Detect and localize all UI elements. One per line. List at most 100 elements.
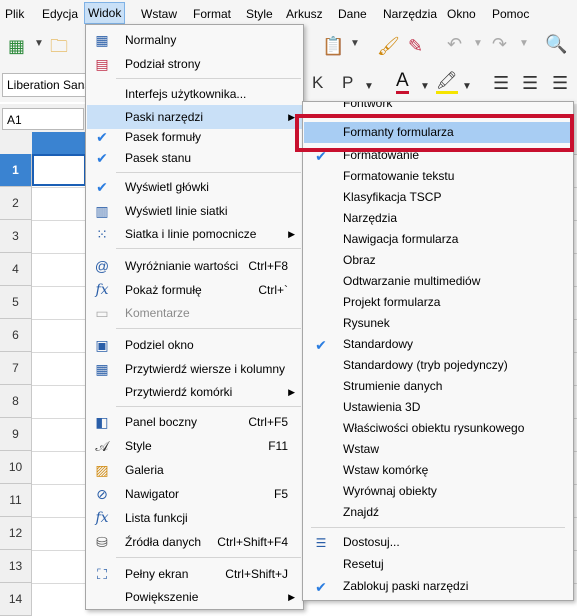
- menu-item-user-interface[interactable]: Interfejs użytkownika...: [87, 82, 302, 106]
- clear-formatting-icon[interactable]: ✎: [408, 36, 423, 57]
- row-header[interactable]: 8: [0, 385, 32, 418]
- highlight-color-icon[interactable]: 🖍: [436, 71, 458, 94]
- row-header[interactable]: 13: [0, 550, 32, 583]
- submenu-item-reset[interactable]: Resetuj: [304, 554, 572, 575]
- font-name-box[interactable]: Liberation Sans: [2, 73, 90, 97]
- italic-dropdown-icon[interactable]: ▼: [364, 81, 374, 92]
- menu-item-navigator[interactable]: ⊘ Nawigator F5: [87, 482, 302, 506]
- menu-item-data-sources[interactable]: ⛁ Źródła danych Ctrl+Shift+F4: [87, 530, 302, 554]
- menu-dane[interactable]: Dane: [338, 6, 367, 22]
- menu-item-view-headers[interactable]: ✔ Wyświetl główki: [87, 175, 302, 199]
- menu-plik[interactable]: Plik: [5, 6, 24, 22]
- row-header[interactable]: 3: [0, 220, 32, 253]
- open-folder-icon[interactable]: 🗀: [50, 34, 68, 64]
- row-header[interactable]: 12: [0, 517, 32, 550]
- row-header[interactable]: 9: [0, 418, 32, 451]
- find-replace-icon[interactable]: 🔍: [545, 34, 567, 55]
- paste-dropdown-icon[interactable]: ▼: [350, 38, 360, 49]
- align-right-icon[interactable]: ☰: [552, 73, 568, 94]
- submenu-item-media-playback[interactable]: Odtwarzanie multimediów: [304, 271, 572, 292]
- menu-item-grid-helplines[interactable]: ⁙ Siatka i linie pomocnicze ▶: [87, 222, 302, 246]
- submenu-item-find[interactable]: Znajdź: [304, 502, 572, 523]
- menu-wstaw[interactable]: Wstaw: [141, 6, 177, 22]
- menu-item-fullscreen[interactable]: ⛶ Pełny ekran Ctrl+Shift+J: [87, 562, 302, 586]
- row-header[interactable]: 2: [0, 187, 32, 220]
- submenu-item-standard-single[interactable]: Standardowy (tryb pojedynczy): [304, 355, 572, 376]
- menu-item-normal[interactable]: ▦ Normalny: [87, 28, 302, 52]
- select-all-corner[interactable]: [0, 132, 32, 154]
- column-a-header[interactable]: [32, 132, 86, 154]
- submenu-item-drawing[interactable]: Rysunek: [304, 313, 572, 334]
- menu-separator: [311, 527, 565, 528]
- menu-item-split-window[interactable]: ▣ Podziel okno: [87, 333, 302, 357]
- cell-a1[interactable]: [32, 154, 86, 186]
- font-color-dropdown-icon[interactable]: ▼: [420, 81, 430, 92]
- menu-item-function-list[interactable]: fx Lista funkcji: [87, 506, 302, 530]
- submenu-item-fontwork[interactable]: Fontwork: [304, 102, 572, 114]
- menu-item-value-highlight[interactable]: @ Wyróżnianie wartości Ctrl+F8: [87, 254, 302, 278]
- submenu-item-text-formatting[interactable]: Formatowanie tekstu: [304, 166, 572, 187]
- menu-pomoc[interactable]: Pomoc: [492, 6, 529, 22]
- menu-item-show-formula[interactable]: fx Pokaż formułę Ctrl+`: [87, 278, 302, 302]
- menu-style[interactable]: Style: [246, 6, 273, 22]
- row-header[interactable]: 6: [0, 319, 32, 352]
- annotation-highlight-box: [295, 114, 574, 152]
- font-color-button[interactable]: A: [396, 71, 409, 94]
- submenu-item-lock-toolbars[interactable]: ✔ Zablokuj paski narzędzi: [304, 576, 572, 597]
- italic-button[interactable]: P: [342, 73, 353, 93]
- page-break-icon: ▤: [95, 56, 109, 72]
- row-header[interactable]: 14: [0, 583, 32, 616]
- redo-icon[interactable]: ↷: [492, 34, 507, 55]
- submenu-item-form-navigation[interactable]: Nawigacja formularza: [304, 229, 572, 250]
- align-center-icon[interactable]: ☰: [522, 73, 538, 94]
- submenu-item-3d-settings[interactable]: Ustawienia 3D: [304, 397, 572, 418]
- clone-formatting-icon[interactable]: 🖌: [377, 36, 400, 57]
- submenu-item-drawing-object-props[interactable]: Właściwości obiektu rysunkowego: [304, 418, 572, 439]
- menu-edycja[interactable]: Edycja: [42, 6, 78, 22]
- submenu-item-data-streams[interactable]: Strumienie danych: [304, 376, 572, 397]
- menu-item-sidebar[interactable]: ◧ Panel boczny Ctrl+F5: [87, 410, 302, 434]
- menu-item-gallery[interactable]: ▨ Galeria: [87, 458, 302, 482]
- new-spreadsheet-icon[interactable]: ▦: [8, 36, 25, 57]
- check-icon: ✔: [96, 150, 108, 166]
- undo-icon[interactable]: ↶: [447, 34, 462, 55]
- row-header[interactable]: 7: [0, 352, 32, 385]
- menu-arkusz[interactable]: Arkusz: [286, 6, 323, 22]
- submenu-item-image[interactable]: Obraz: [304, 250, 572, 271]
- menu-narzedzia[interactable]: Narzędzia: [383, 6, 437, 22]
- menu-item-zoom[interactable]: Powiększenie ▶: [87, 585, 302, 609]
- submenu-item-customize[interactable]: ☰ Dostosuj...: [304, 532, 572, 553]
- new-dropdown-icon[interactable]: ▼: [34, 38, 44, 49]
- menu-item-freeze-rows-cols[interactable]: ▦ Przytwierdź wiersze i kolumny: [87, 357, 302, 381]
- grid-dots-icon: ⁙: [96, 226, 108, 242]
- submenu-arrow-icon: ▶: [288, 229, 295, 239]
- redo-dropdown-icon[interactable]: ▼: [519, 38, 529, 49]
- row-header[interactable]: 11: [0, 484, 32, 517]
- submenu-item-form-design[interactable]: Projekt formularza: [304, 292, 572, 313]
- menu-item-styles[interactable]: 𝒜 Style F11: [87, 434, 302, 458]
- menu-format[interactable]: Format: [193, 6, 231, 22]
- submenu-item-classification[interactable]: Klasyfikacja TSCP: [304, 187, 572, 208]
- bold-button[interactable]: K: [312, 73, 323, 93]
- submenu-item-insert[interactable]: Wstaw: [304, 439, 572, 460]
- paste-icon[interactable]: 📋: [322, 36, 344, 57]
- menu-okno[interactable]: Okno: [447, 6, 476, 22]
- align-left-icon[interactable]: ☰: [493, 73, 509, 94]
- menu-item-comments[interactable]: ▭ Komentarze: [87, 301, 302, 325]
- name-box[interactable]: A1: [2, 108, 84, 130]
- row-header[interactable]: 10: [0, 451, 32, 484]
- menu-item-freeze-cells[interactable]: Przytwierdź komórki ▶: [87, 380, 302, 404]
- row-header[interactable]: 5: [0, 286, 32, 319]
- menu-widok[interactable]: Widok: [84, 2, 126, 24]
- menu-item-grid-lines[interactable]: ▥ Wyświetl linie siatki: [87, 199, 302, 223]
- submenu-item-tools[interactable]: Narzędzia: [304, 208, 572, 229]
- submenu-item-insert-cell[interactable]: Wstaw komórkę: [304, 460, 572, 481]
- row-header[interactable]: 4: [0, 253, 32, 286]
- menu-item-status-bar[interactable]: ✔ Pasek stanu: [87, 146, 302, 170]
- menu-item-page-break[interactable]: ▤ Podział strony: [87, 52, 302, 76]
- submenu-item-align-objects[interactable]: Wyrównaj obiekty: [304, 481, 572, 502]
- undo-dropdown-icon[interactable]: ▼: [473, 38, 483, 49]
- submenu-item-standard[interactable]: ✔ Standardowy: [304, 334, 572, 355]
- highlight-dropdown-icon[interactable]: ▼: [462, 81, 472, 92]
- row-header[interactable]: 1: [0, 154, 32, 187]
